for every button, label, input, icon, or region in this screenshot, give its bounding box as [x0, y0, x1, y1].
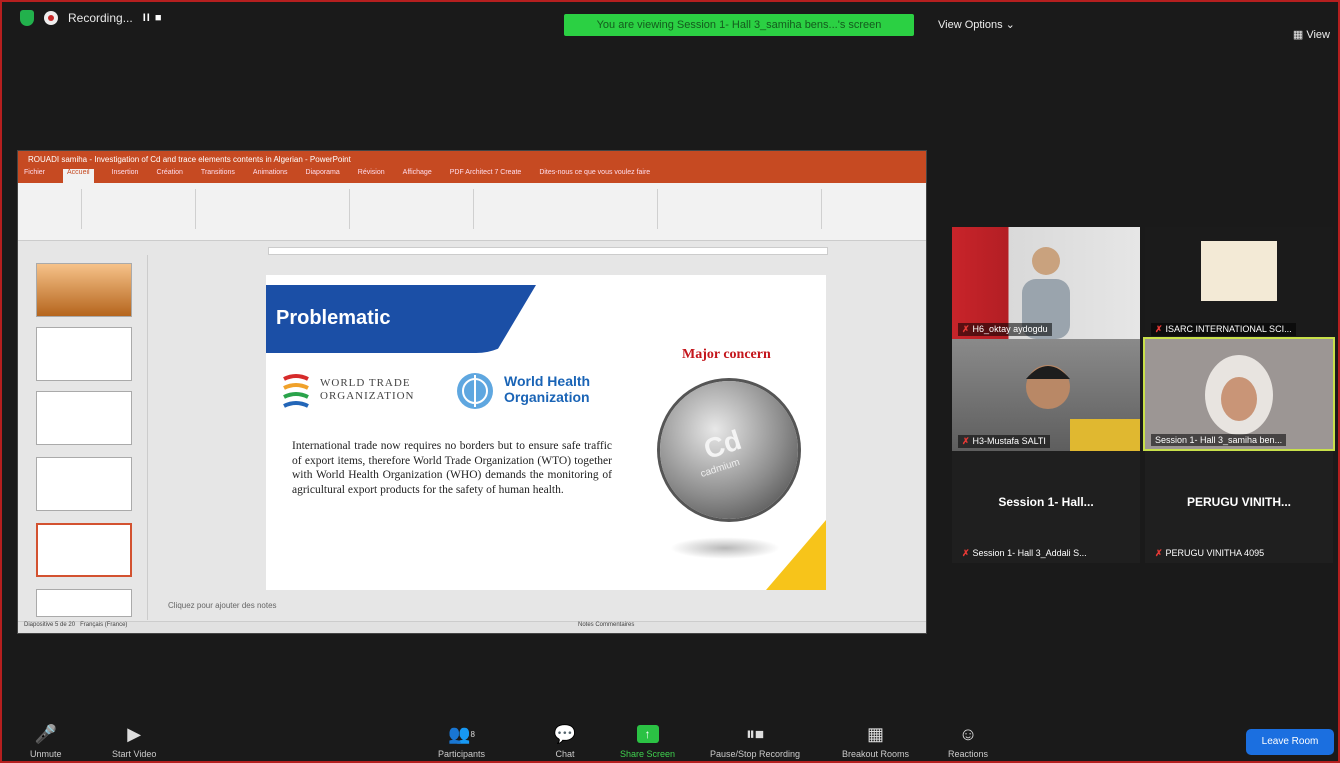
security-shield-icon[interactable]: [20, 10, 34, 26]
ribbon-group-editing[interactable]: [662, 189, 822, 229]
recording-indicator: Recording... II ■: [20, 10, 163, 26]
ppt-status-bar: Diapositive 5 de 20 Français (France) No…: [18, 621, 926, 633]
muted-mic-icon: 🎤: [34, 723, 57, 744]
muted-mic-icon: ✗: [962, 548, 970, 558]
ppt-tab[interactable]: PDF Architect 7 Create: [450, 169, 522, 183]
pause-stop-recording-button[interactable]: ⏸⏹ Pause/Stop Recording: [710, 723, 800, 760]
major-concern-label: Major concern: [682, 347, 771, 362]
slide-thumbnail[interactable]: [36, 263, 132, 317]
muted-mic-icon: ✗: [1155, 548, 1163, 558]
recording-label: Recording...: [68, 11, 133, 25]
who-name-line1: World Health: [504, 373, 591, 389]
participant-name: Session 1- Hall 3_samiha ben...: [1151, 434, 1287, 446]
wto-logo: WORLD TRADE ORGANIZATION: [280, 371, 430, 411]
who-name-line2: Organization: [504, 389, 590, 405]
ppt-title-bar: ROUADI samiha - Investigation of Cd and …: [18, 151, 926, 169]
view-label: View: [1306, 29, 1330, 41]
participant-name: ✗ H6_oktay aydogdu: [958, 323, 1052, 336]
slide-thumbnail[interactable]: [36, 457, 132, 511]
wto-emblem-icon: [283, 374, 309, 408]
participant-display-name: PERUGU VINITH...: [1186, 495, 1291, 509]
shared-powerpoint-window: ROUADI samiha - Investigation of Cd and …: [17, 150, 927, 634]
isarc-logo: [1201, 241, 1277, 301]
slide-counter: Diapositive 5 de 20: [24, 622, 76, 628]
ppt-tab-active[interactable]: Accueil: [63, 169, 94, 183]
ribbon-group-drawing[interactable]: [478, 189, 658, 229]
ppt-tab[interactable]: Affichage: [403, 169, 432, 183]
ppt-tab[interactable]: Transitions: [201, 169, 235, 183]
wto-name-line1: WORLD TRADE: [320, 377, 411, 389]
ppt-tab[interactable]: Révision: [358, 169, 385, 183]
slide-thumbnail[interactable]: [36, 589, 132, 617]
who-logo: World Health Organization: [452, 369, 602, 413]
muted-mic-icon: ✗: [1155, 324, 1163, 334]
share-screen-button[interactable]: ↑ Share Screen: [620, 723, 675, 759]
current-slide: Problematic Major concern WORLD TRADE OR…: [266, 275, 826, 590]
notes-comments-buttons[interactable]: Notes Commentaires: [578, 622, 634, 628]
coin-shadow: [670, 537, 780, 559]
horizontal-ruler: [268, 247, 828, 255]
slide-thumbnail[interactable]: [36, 327, 132, 381]
leave-room-button[interactable]: Leave Room: [1246, 729, 1334, 755]
cadmium-coin-image: Cd cadmium: [660, 381, 798, 519]
participant-tile[interactable]: ✗ H6_oktay aydogdu: [952, 227, 1140, 339]
slide-body-text: International trade now requires no bord…: [292, 440, 612, 496]
breakout-grid-icon: ▦: [867, 723, 885, 744]
participants-icon: 👥 8: [448, 723, 475, 744]
meeting-toolbar: 🎤 Unmute ▶ Start Video 👥 8 Participants 💬…: [0, 713, 1340, 763]
pause-stop-icon: ⏸⏹: [746, 723, 765, 744]
muted-mic-icon: ✗: [962, 436, 970, 446]
slide-title: Problematic: [276, 307, 391, 329]
participant-name: ✗ PERUGU VINITHA 4095: [1155, 548, 1265, 558]
ppt-ribbon: [18, 183, 926, 241]
recording-dot-icon: [44, 11, 58, 25]
ppt-window-title: ROUADI samiha - Investigation of Cd and …: [28, 155, 351, 164]
participants-button[interactable]: 👥 8 Participants: [438, 723, 485, 760]
wto-name-line2: ORGANIZATION: [320, 390, 415, 402]
ribbon-group-slides[interactable]: [86, 189, 196, 229]
ribbon-group-clipboard[interactable]: [22, 189, 82, 229]
breakout-rooms-button[interactable]: ▦ Breakout Rooms: [842, 723, 909, 760]
slide-thumbnail-selected[interactable]: [36, 523, 132, 577]
ppt-tell-me[interactable]: Dites-nous ce que vous voulez faire: [539, 169, 650, 183]
ppt-tab[interactable]: Animations: [253, 169, 288, 183]
view-options-button[interactable]: View Options ⌄: [938, 18, 1015, 31]
ppt-tab[interactable]: Fichier: [24, 169, 45, 183]
slide-corner-accent: [766, 520, 826, 590]
participant-name: ✗ H3-Mustafa SALTI: [958, 435, 1050, 448]
active-speaker-tile[interactable]: Session 1- Hall 3_samiha ben...: [1143, 337, 1335, 451]
participant-tile[interactable]: Session 1- Hall... ✗ Session 1- Hall 3_Ad…: [952, 451, 1140, 563]
ribbon-group-font[interactable]: [200, 189, 350, 229]
slide-thumbnails-pane[interactable]: [24, 255, 148, 620]
participant-name: ✗ Session 1- Hall 3_Addali S...: [962, 548, 1087, 558]
who-emblem-icon: [457, 373, 493, 409]
ppt-tab[interactable]: Insertion: [112, 169, 139, 183]
viewing-screen-banner: You are viewing Session 1- Hall 3_samiha…: [564, 14, 914, 36]
participant-display-name: Session 1- Hall...: [998, 495, 1094, 509]
ppt-ribbon-tabs: Fichier Accueil Insertion Création Trans…: [18, 169, 926, 183]
participant-tile[interactable]: PERUGU VINITH... ✗ PERUGU VINITHA 4095: [1145, 451, 1333, 563]
ribbon-group-paragraph[interactable]: [354, 189, 474, 229]
participant-tile[interactable]: ✗ H3-Mustafa SALTI: [952, 339, 1140, 451]
language-indicator: Français (France): [80, 622, 128, 628]
chat-button[interactable]: 💬 Chat: [552, 723, 578, 760]
top-bar: Recording... II ■ You are viewing Sessio…: [0, 0, 1340, 41]
reactions-button[interactable]: ☺ Reactions: [948, 723, 988, 760]
start-video-button[interactable]: ▶ Start Video: [112, 723, 156, 760]
video-off-icon: ▶: [127, 723, 142, 744]
recording-pause-stop-controls[interactable]: II ■: [143, 12, 163, 24]
slide-thumbnail[interactable]: [36, 391, 132, 445]
muted-mic-icon: ✗: [962, 324, 970, 334]
share-screen-icon: ↑: [635, 723, 661, 745]
participant-tile[interactable]: ✗ ISARC INTERNATIONAL SCI...: [1145, 227, 1333, 339]
participant-name: ✗ ISARC INTERNATIONAL SCI...: [1151, 323, 1296, 336]
smiley-add-icon: ☺: [958, 723, 978, 744]
view-button[interactable]: ▦ View: [1293, 28, 1330, 41]
unmute-button[interactable]: 🎤 Unmute: [30, 723, 62, 760]
notes-placeholder[interactable]: Cliquez pour ajouter des notes: [168, 601, 277, 610]
chat-bubble-icon: 💬: [553, 723, 577, 744]
ppt-tab[interactable]: Diaporama: [306, 169, 340, 183]
ppt-tab[interactable]: Création: [156, 169, 182, 183]
